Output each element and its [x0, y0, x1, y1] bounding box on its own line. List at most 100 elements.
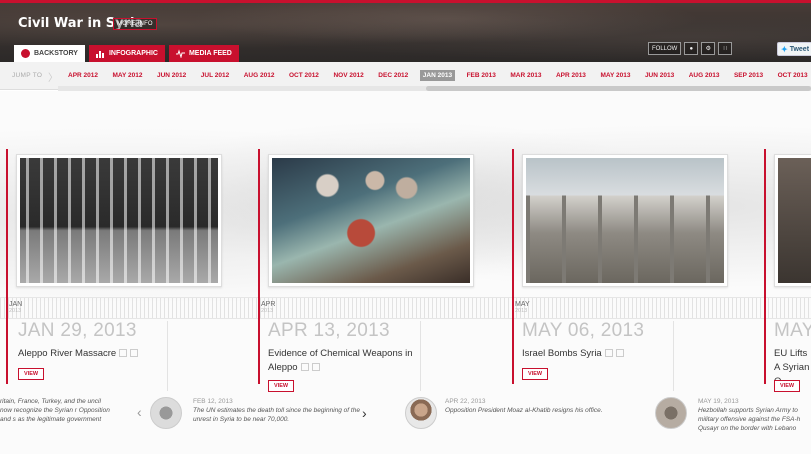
view-button[interactable]: VIEW: [774, 380, 801, 392]
month-link[interactable]: MAY 2013: [597, 70, 633, 81]
month-link[interactable]: JUN 2013: [642, 70, 677, 81]
month-link[interactable]: MAY 2012: [110, 70, 146, 81]
month-list: APR 2012 MAY 2012 JUN 2012 JUL 2012 AUG 2012…: [65, 70, 811, 81]
month-link[interactable]: OCT 2013: [775, 70, 811, 81]
image-icon: [119, 349, 128, 357]
event-title-text: Israel Bombs Syria: [522, 348, 602, 359]
minor-event[interactable]: FEB 12, 2013 The UN estimates the death …: [193, 397, 363, 424]
site-header: Civil War in Syria MORE INFO BACKSTORY I…: [0, 0, 811, 62]
month-link[interactable]: MAR 2013: [507, 70, 544, 81]
avatar: [405, 397, 437, 429]
timeline: JAN 2013 JAN 29, 2013 Aleppo River Massa…: [0, 91, 811, 454]
month-link[interactable]: FEB 2013: [464, 70, 499, 81]
video-icon: [615, 349, 624, 357]
minor-event: ritain, France, Turkey, and the uncil no…: [0, 397, 110, 424]
month-marker-year: 2013: [515, 308, 528, 314]
event-photo: [526, 158, 724, 283]
month-marker: APR 2013: [261, 301, 275, 315]
minor-event[interactable]: MAY 19, 2013 Hezbollah supports Syrian A…: [698, 397, 811, 433]
event-title-text: Evidence of Chemical Weapons in Aleppo: [268, 348, 413, 373]
tweet-label: Tweet: [789, 45, 810, 53]
chevron-right-icon[interactable]: ›: [362, 405, 367, 421]
event-marker-line: [764, 149, 766, 384]
tweet-button[interactable]: ✦ Tweet: [777, 42, 811, 56]
minor-event-text: Hezbollah supports Syrian Army to milita…: [698, 407, 801, 432]
month-link[interactable]: AUG 2013: [686, 70, 723, 81]
avatar: [150, 397, 182, 429]
bar-chart-icon: [95, 51, 104, 58]
tab-backstory[interactable]: BACKSTORY: [14, 45, 85, 62]
month-link[interactable]: JUL 2012: [198, 70, 232, 81]
divider: [673, 321, 674, 391]
rss-icon[interactable]: ∷: [718, 42, 733, 55]
month-link[interactable]: APR 2013: [553, 70, 589, 81]
event-photo: [20, 158, 218, 283]
event-title[interactable]: Evidence of Chemical Weapons in Aleppo: [268, 347, 413, 375]
video-icon: [311, 363, 320, 371]
view-button[interactable]: VIEW: [522, 368, 549, 380]
more-info-button[interactable]: MORE INFO: [113, 18, 157, 30]
minor-event[interactable]: APR 22, 2013 Opposition President Moaz a…: [445, 397, 610, 415]
minor-event-date: APR 22, 2013: [445, 398, 486, 405]
event-marker-line: [6, 149, 8, 384]
minor-event-text: Opposition President Moaz al-Khatib resi…: [445, 407, 603, 414]
month-link[interactable]: AUG 2012: [241, 70, 278, 81]
month-marker-label: APR: [261, 301, 276, 308]
tab-infographic[interactable]: INFOGRAPHIC: [88, 45, 165, 62]
event-photo: [272, 158, 470, 283]
month-marker-label: JAN: [9, 301, 23, 308]
month-link[interactable]: NOV 2012: [330, 70, 366, 81]
month-link[interactable]: SEP 2013: [731, 70, 766, 81]
event-date: APR 13, 2013: [268, 320, 390, 341]
event-photo: [778, 158, 811, 283]
month-marker-year: 2013: [261, 308, 274, 314]
tab-media-feed[interactable]: MEDIA FEED: [168, 45, 239, 62]
follow-label: FOLLOW: [648, 42, 682, 55]
event-title[interactable]: Israel Bombs Syria: [522, 347, 667, 361]
month-link[interactable]: JUN 2012: [154, 70, 189, 81]
month-link[interactable]: OCT 2012: [286, 70, 322, 81]
header-accent-line: [0, 0, 811, 3]
chevron-left-icon[interactable]: ‹: [137, 404, 142, 420]
minor-event-text: The UN estimates the death toll since th…: [193, 407, 360, 423]
event-thumbnail[interactable]: [522, 154, 728, 287]
tab-label: INFOGRAPHIC: [108, 50, 158, 57]
event-thumbnail[interactable]: [774, 154, 811, 287]
event-thumbnail[interactable]: [16, 154, 222, 287]
event-date: MAY: [774, 320, 811, 341]
month-marker: MAY 2013: [515, 301, 530, 315]
tab-label: BACKSTORY: [34, 50, 78, 57]
divider: [167, 321, 168, 391]
avatar: [655, 397, 687, 429]
event-date: JAN 29, 2013: [18, 320, 137, 341]
minor-event-text: ritain, France, Turkey, and the uncil no…: [0, 398, 110, 423]
event-marker-line: [258, 149, 260, 384]
divider: [420, 321, 421, 391]
jump-to-label: JUMP TO: [12, 72, 43, 79]
month-marker-label: MAY: [515, 301, 530, 308]
tab-label: MEDIA FEED: [188, 50, 232, 57]
video-icon: [130, 349, 139, 357]
event-marker-line: [512, 149, 514, 384]
event-date: MAY 06, 2013: [522, 320, 645, 341]
view-button[interactable]: VIEW: [18, 368, 45, 380]
event-thumbnail[interactable]: [268, 154, 474, 287]
month-marker-year: 2013: [9, 308, 22, 314]
gear-icon[interactable]: ⚙: [701, 42, 716, 55]
location-pin-icon[interactable]: ●: [684, 42, 699, 55]
follow-bar: FOLLOW ● ⚙ ∷: [648, 42, 733, 55]
minor-event-date: MAY 19, 2013: [698, 398, 739, 405]
event-title-text: Aleppo River Massacre: [18, 348, 117, 359]
view-button[interactable]: VIEW: [268, 380, 295, 392]
pulse-icon: [175, 49, 185, 58]
month-link[interactable]: DEC 2012: [375, 70, 411, 81]
twitter-bird-icon: ✦: [781, 44, 788, 54]
chevron-right-icon: 〉: [48, 73, 58, 84]
section-tabs: BACKSTORY INFOGRAPHIC MEDIA FEED: [14, 45, 239, 62]
month-link[interactable]: JAN 2013: [419, 70, 456, 81]
life-ring-icon: [21, 49, 30, 58]
month-marker: JAN 2013: [9, 301, 22, 315]
month-link[interactable]: APR 2012: [65, 70, 101, 81]
minor-event-date: FEB 12, 2013: [193, 398, 233, 405]
event-title[interactable]: Aleppo River Massacre: [18, 347, 163, 361]
